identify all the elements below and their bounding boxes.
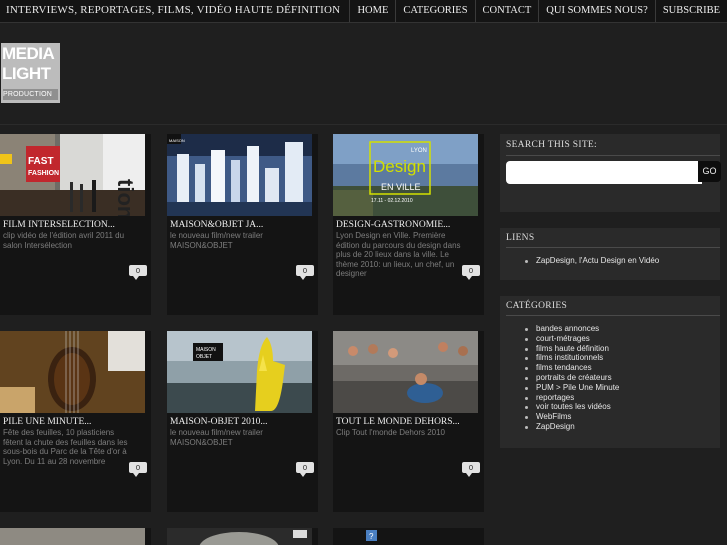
category-item[interactable]: bandes annonces (500, 324, 619, 334)
post-excerpt: le nouveau film/new trailer MAISON&OBJET (170, 428, 263, 447)
nav-categories[interactable]: CATEGORIES (395, 0, 474, 22)
post-card: MAISON MAISON&OBJET JA... le nouveau fil… (167, 134, 318, 315)
category-item[interactable]: films tendances (500, 363, 619, 373)
post-excerpt: le nouveau film/new trailer MAISON&OBJET (170, 231, 263, 250)
post-card: ? (333, 528, 484, 545)
widget-divider (506, 247, 720, 248)
links-list: ZapDesign, l'Actu Design en Vidéo (500, 256, 659, 266)
post-thumbnail[interactable]: MAISON OBJET (167, 331, 312, 413)
category-item[interactable]: court-métrages (500, 334, 619, 344)
post-excerpt: clip vidéo de l'édition avril 2011 du sa… (3, 231, 125, 250)
comment-count-badge[interactable]: 0 (296, 265, 314, 280)
widget-divider (506, 155, 720, 156)
search-input[interactable] (506, 161, 702, 184)
post-title[interactable]: PILE UNE MINUTE... (3, 417, 148, 427)
post-thumbnail[interactable]: LYON Design EN VILLE 17.11 - 02.12.2010 (333, 134, 478, 216)
post-card: MAISON OBJET MAISON-OBJET 2010... le nou… (167, 331, 318, 512)
post-title[interactable]: TOUT LE MONDE DEHORS... (336, 417, 481, 427)
category-item[interactable]: films institutionnels (500, 353, 619, 363)
post-thumbnail[interactable]: FAST FASHION tion (0, 134, 145, 216)
categories-list: bandes annonces court-métrages films hau… (500, 324, 619, 432)
comment-count-badge[interactable]: 0 (296, 462, 314, 477)
svg-text:tion: tion (113, 179, 138, 216)
post-thumbnail[interactable]: ? (333, 528, 478, 545)
post-card (167, 528, 318, 545)
svg-text:MAISON: MAISON (196, 347, 216, 353)
post-excerpt: Lyon Design en Ville. Première édition d… (336, 231, 461, 279)
comment-count-badge[interactable]: 0 (129, 462, 147, 477)
top-bar: INTERVIEWS, REPORTAGES, FILMS, VIDÉO HAU… (0, 0, 727, 23)
site-tagline: INTERVIEWS, REPORTAGES, FILMS, VIDÉO HAU… (6, 4, 341, 16)
nav-about[interactable]: QUI SOMMES NOUS? (538, 0, 655, 22)
post-card: LYON Design EN VILLE 17.11 - 02.12.2010 … (333, 134, 484, 315)
widget-divider (506, 315, 720, 316)
category-item[interactable]: PUM > Pile Une Minute (500, 383, 619, 393)
links-widget: LIENS ZapDesign, l'Actu Design en Vidéo (500, 228, 720, 280)
logo-line-2: LIGHT (2, 64, 51, 83)
category-item[interactable]: voir toutes les vidéos (500, 402, 619, 412)
logo-line-1: MEDIA (2, 44, 55, 63)
categories-widget-title: CATÉGORIES (506, 301, 568, 311)
links-widget-title: LIENS (506, 233, 535, 243)
post-thumbnail[interactable] (167, 528, 312, 545)
nav-contact[interactable]: CONTACT (474, 0, 539, 22)
post-card: FAST FASHION tion FILM INTERSÉLECTION...… (0, 134, 151, 315)
categories-widget: CATÉGORIES bandes annonces court-métrage… (500, 296, 720, 448)
post-excerpt: Fête des feuilles, 10 plasticiens fêtent… (3, 428, 128, 466)
svg-text:LYON: LYON (411, 148, 427, 154)
svg-text:EN VILLE: EN VILLE (381, 182, 421, 192)
category-item[interactable]: portraits de créateurs (500, 373, 619, 383)
post-excerpt: Clip Tout l'monde Dehors 2010 (336, 428, 445, 437)
comment-count-badge[interactable]: 0 (129, 265, 147, 280)
main-nav: HOME CATEGORIES CONTACT QUI SOMMES NOUS?… (349, 0, 727, 22)
search-widget-title: SEARCH THIS SITE: (506, 140, 597, 150)
svg-text:Design: Design (373, 157, 426, 176)
svg-text:MAISON: MAISON (169, 138, 185, 143)
search-widget: SEARCH THIS SITE: GO (500, 134, 721, 212)
logo-line-3: PRODUCTION (3, 89, 58, 100)
post-card (0, 528, 151, 545)
search-go-button[interactable]: GO (698, 161, 721, 182)
category-item[interactable]: reportages (500, 393, 619, 403)
category-item[interactable]: WebFilms (500, 412, 619, 422)
post-thumbnail[interactable] (333, 331, 478, 413)
post-title[interactable]: FILM INTERSÉLECTION... (3, 220, 148, 230)
nav-subscribe[interactable]: SUBSCRIBE (654, 0, 727, 22)
post-title[interactable]: MAISON&OBJET JA... (170, 220, 315, 230)
post-thumbnail[interactable] (0, 528, 145, 545)
post-title[interactable]: MAISON-OBJET 2010... (170, 417, 315, 427)
post-card: TOUT LE MONDE DEHORS... Clip Tout l'mond… (333, 331, 484, 512)
header-divider (0, 124, 727, 125)
comment-count-badge[interactable]: 0 (462, 265, 480, 280)
category-item[interactable]: ZapDesign (500, 422, 619, 432)
nav-home[interactable]: HOME (349, 0, 395, 22)
post-thumbnail[interactable] (0, 331, 145, 413)
svg-text:OBJET: OBJET (196, 354, 212, 360)
link-zapdesign[interactable]: ZapDesign, l'Actu Design en Vidéo (500, 256, 659, 266)
post-thumbnail[interactable]: MAISON (167, 134, 312, 216)
svg-text:FAST: FAST (28, 156, 54, 167)
svg-text:FASHION: FASHION (28, 170, 59, 177)
post-title[interactable]: DESIGN-GASTRONOMIE... (336, 220, 481, 230)
category-item[interactable]: films haute définition (500, 344, 619, 354)
svg-text:?: ? (369, 532, 374, 541)
comment-count-badge[interactable]: 0 (462, 462, 480, 477)
site-logo[interactable]: MEDIA LIGHT PRODUCTION (1, 43, 60, 103)
svg-text:17.11 - 02.12.2010: 17.11 - 02.12.2010 (371, 198, 413, 204)
post-card: PILE UNE MINUTE... Fête des feuilles, 10… (0, 331, 151, 512)
